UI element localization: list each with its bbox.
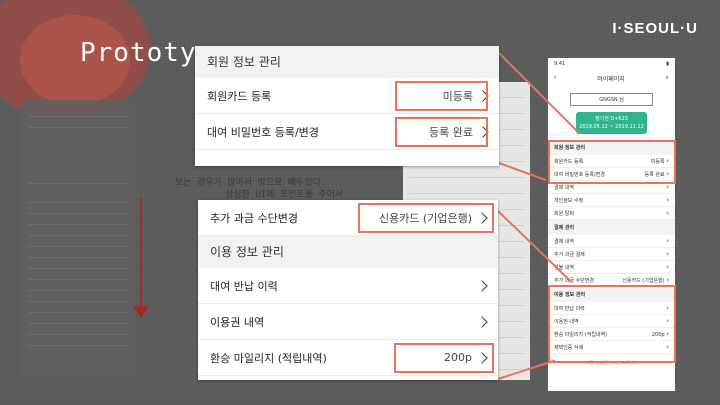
section-title: 이용 정보 관리	[198, 236, 498, 268]
slide-title: Prototy	[80, 38, 197, 68]
left-phone-mockup	[22, 100, 134, 378]
highlight-usage-section	[548, 285, 676, 363]
chevron-right-icon: ›	[666, 276, 669, 284]
highlight-member-section	[548, 140, 676, 184]
section-title: 회원 정보 관리	[195, 46, 499, 78]
ticket-title: 정기권 D+623	[595, 116, 628, 122]
status-bar: 9:41 ▮	[548, 58, 675, 70]
chevron-right-icon: ›	[666, 196, 669, 204]
list-item[interactable]: 결제 내역 ›	[548, 235, 675, 248]
list-item-label: 추가 과금 수단변경	[554, 277, 594, 284]
faded-note: 보는 경우가 많아서 밖으로 빼두었다. 심심한 UI에 포인트를 주어서	[175, 177, 375, 201]
nav-title: 마이페이지	[597, 76, 625, 83]
member-info-panel: 회원 정보 관리 회원카드 등록 미등록 대여 비밀번호 등록/변경 등록 완료	[195, 46, 499, 166]
chevron-right-icon	[476, 315, 488, 328]
back-icon[interactable]: ‹	[554, 74, 556, 83]
faded-note-line: 보는 경우가 많아서 밖으로 빼두었다.	[175, 178, 327, 188]
status-time: 9:41	[554, 61, 566, 67]
down-arrow-line	[140, 198, 142, 313]
user-name: GNGSN 님	[570, 93, 653, 106]
search-icon[interactable]: ⌕	[666, 74, 669, 83]
battery-icon: ▮	[666, 61, 669, 67]
value-highlight	[394, 343, 494, 373]
down-arrow-head	[133, 306, 149, 318]
list-item[interactable]: 회원 탈퇴 ›	[548, 207, 675, 220]
pass-history-row[interactable]: 이용권 내역	[198, 304, 498, 340]
row-label: 회원카드 등록	[207, 89, 272, 103]
ticket-period: 2019.05.22 ~ 2019.11.12	[579, 124, 644, 130]
row-label: 대여 비밀번호 등록/변경	[207, 125, 319, 139]
list-item-label: 추가 과금 결제	[554, 251, 585, 258]
value-highlight	[395, 117, 488, 147]
seoul-logo: I·SEOUL·U	[612, 20, 698, 37]
chevron-right-icon: ›	[666, 209, 669, 217]
mileage-row[interactable]: 환승 마일리지 (적립내역) 200p	[198, 340, 498, 376]
chevron-right-icon	[476, 279, 488, 292]
rental-history-row[interactable]: 대여 반납 이력	[198, 268, 498, 304]
list-item-label: 결제 내역	[554, 238, 574, 245]
chevron-right-icon: ›	[666, 263, 669, 271]
value-highlight	[358, 203, 494, 233]
row-label: 환승 마일리지 (적립내역)	[210, 351, 327, 365]
list-item[interactable]: 환불 내역 ›	[548, 261, 675, 274]
list-item-label: 결제 내역	[554, 184, 574, 191]
row-label: 추가 과금 수단변경	[210, 211, 298, 225]
row-label: 대여 반납 이력	[210, 279, 278, 293]
chevron-right-icon: ›	[666, 183, 669, 191]
member-card-row[interactable]: 회원카드 등록 미등록	[195, 78, 499, 114]
list-item-label: 개인정보 수정	[554, 197, 584, 204]
list-item-value: 신용카드 (기업은행)	[622, 278, 665, 284]
extra-payment-row[interactable]: 추가 과금 수단변경 신용카드 (기업은행)	[198, 200, 498, 236]
row-label: 이용권 내역	[210, 315, 265, 329]
list-item[interactable]: 개인정보 수정 ›	[548, 194, 675, 207]
list-item[interactable]: 추가 과금 결제 ›	[548, 248, 675, 261]
usage-info-panel: 추가 과금 수단변경 신용카드 (기업은행) 이용 정보 관리 대여 반납 이력…	[198, 200, 498, 380]
nav-bar: ‹ 마이페이지 ⌕	[548, 70, 675, 87]
password-row[interactable]: 대여 비밀번호 등록/변경 등록 완료	[195, 114, 499, 150]
section-header: 결제 관리	[548, 220, 675, 235]
list-item-label: 회원 탈퇴	[554, 210, 574, 217]
chevron-right-icon: ›	[666, 237, 669, 245]
value-highlight	[395, 81, 488, 111]
chevron-right-icon: ›	[666, 250, 669, 258]
ticket-card[interactable]: 정기권 D+623 2019.05.22 ~ 2019.11.12	[576, 112, 647, 134]
